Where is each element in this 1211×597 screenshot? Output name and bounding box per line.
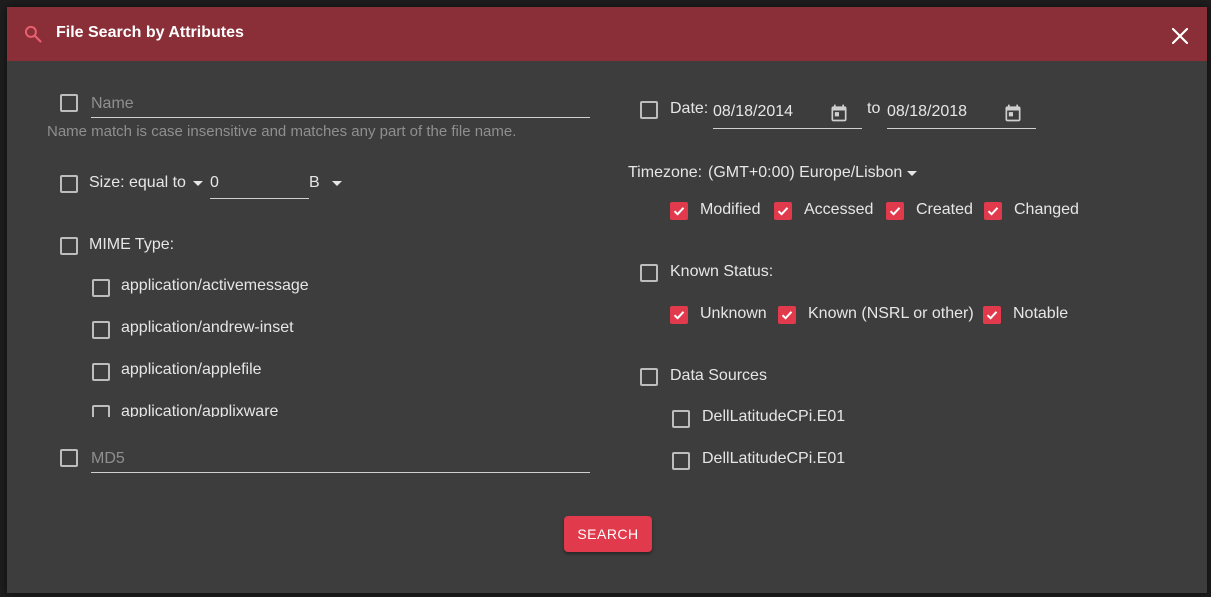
md5-input[interactable] <box>91 446 590 473</box>
name-checkbox[interactable] <box>60 94 78 112</box>
known-status-known-label: Known (NSRL or other) <box>808 305 974 322</box>
date-type-changed-label: Changed <box>1014 201 1079 218</box>
date-to-label: to <box>867 100 881 117</box>
known-status-checkbox[interactable] <box>640 264 658 282</box>
search-icon <box>24 25 42 43</box>
data-source-item-label: DellLatitudeCPi.E01 <box>702 408 846 425</box>
md5-checkbox[interactable] <box>60 449 78 467</box>
mime-type-checkbox[interactable] <box>60 237 78 255</box>
mime-option-label: application/activemessage <box>121 277 309 294</box>
data-source-item-checkbox[interactable] <box>672 410 690 428</box>
date-type-created-label: Created <box>916 201 973 218</box>
size-label: Size: <box>89 174 125 191</box>
known-status-unknown-label: Unknown <box>700 305 767 322</box>
name-hint: Name match is case insensitive and match… <box>47 123 517 140</box>
mime-option-checkbox[interactable] <box>92 321 110 339</box>
mime-option-label: application/applixware <box>121 403 279 417</box>
caret-down-icon[interactable] <box>907 171 917 176</box>
date-type-created-checkbox[interactable] <box>886 202 904 220</box>
data-sources-checkbox[interactable] <box>640 368 658 386</box>
mime-option-checkbox[interactable] <box>92 405 110 417</box>
data-source-item-checkbox[interactable] <box>672 452 690 470</box>
date-type-modified-checkbox[interactable] <box>670 202 688 220</box>
mime-option-label: application/applefile <box>121 361 262 378</box>
size-unit-select[interactable]: B <box>309 174 320 192</box>
size-checkbox[interactable] <box>60 175 78 193</box>
size-value-input[interactable]: 0 <box>210 173 309 199</box>
known-status-label: Known Status: <box>670 263 774 280</box>
date-type-modified-label: Modified <box>700 201 761 218</box>
calendar-icon[interactable] <box>1003 103 1023 123</box>
size-comparator-select[interactable]: equal to <box>129 174 186 192</box>
close-icon[interactable] <box>1168 24 1192 48</box>
calendar-icon[interactable] <box>829 103 849 123</box>
date-checkbox[interactable] <box>640 101 658 119</box>
search-button[interactable]: SEARCH <box>564 516 652 552</box>
dialog-titlebar: File Search by Attributes <box>7 7 1207 61</box>
dialog-title: File Search by Attributes <box>56 24 244 41</box>
file-search-dialog: File Search by Attributes Name match is … <box>7 7 1207 593</box>
mime-option-checkbox[interactable] <box>92 363 110 381</box>
data-source-item-label: DellLatitudeCPi.E01 <box>702 450 846 467</box>
caret-down-icon[interactable] <box>332 181 342 186</box>
date-type-accessed-checkbox[interactable] <box>774 202 792 220</box>
mime-type-label: MIME Type: <box>89 236 175 253</box>
mime-type-list[interactable]: application/activemessage application/an… <box>77 267 397 417</box>
known-status-notable-checkbox[interactable] <box>983 306 1001 324</box>
data-sources-label: Data Sources <box>670 367 767 384</box>
known-status-known-checkbox[interactable] <box>778 306 796 324</box>
timezone-label: Timezone: <box>628 164 703 181</box>
known-status-unknown-checkbox[interactable] <box>670 306 688 324</box>
name-input[interactable] <box>91 91 590 118</box>
known-status-notable-label: Notable <box>1013 305 1069 322</box>
caret-down-icon[interactable] <box>193 181 203 186</box>
mime-option-checkbox[interactable] <box>92 279 110 297</box>
timezone-select[interactable]: (GMT+0:00) Europe/Lisbon <box>708 164 902 182</box>
date-label: Date: <box>670 100 709 117</box>
date-type-changed-checkbox[interactable] <box>984 202 1002 220</box>
mime-option-label: application/andrew-inset <box>121 319 294 336</box>
date-type-accessed-label: Accessed <box>804 201 874 218</box>
